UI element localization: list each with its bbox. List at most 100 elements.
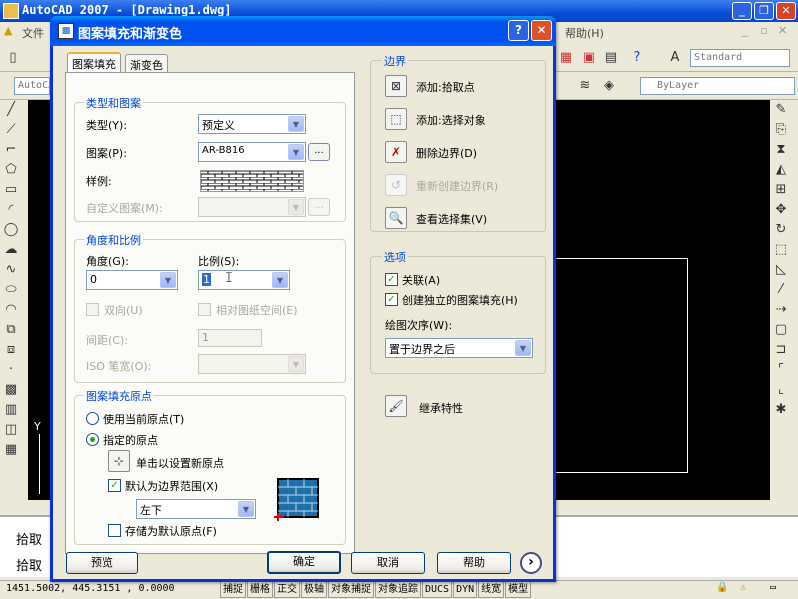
scale-icon[interactable]: ⬚ bbox=[770, 240, 792, 260]
menu-app-icon: ▲ bbox=[4, 24, 13, 37]
point-icon[interactable]: · bbox=[0, 360, 22, 380]
break-icon[interactable]: ▢ bbox=[770, 320, 792, 340]
copy-icon[interactable]: ⎘ bbox=[770, 120, 792, 140]
help-button[interactable]: 帮助 bbox=[437, 552, 511, 574]
status-toggle[interactable]: DUCS bbox=[422, 581, 453, 598]
view-selections-button[interactable]: 🔍 bbox=[385, 207, 407, 229]
draw-order-combo[interactable]: 置于边界之后 ▼ bbox=[385, 338, 533, 358]
text-style-combo[interactable]: Standard bbox=[690, 49, 790, 67]
trim-icon[interactable]: ⁄ bbox=[770, 280, 792, 300]
maximize-button[interactable]: ❐ bbox=[754, 2, 774, 20]
arc-icon[interactable]: ◜ bbox=[0, 200, 22, 220]
stretch-icon[interactable]: ◺ bbox=[770, 260, 792, 280]
make-block-icon[interactable]: ⧈ bbox=[0, 340, 22, 360]
use-current-origin-radio[interactable] bbox=[86, 412, 99, 425]
erase-icon[interactable]: ✎ bbox=[770, 100, 792, 120]
rotate-icon[interactable]: ↻ bbox=[770, 220, 792, 240]
dialog-close-button[interactable]: ✕ bbox=[531, 20, 552, 41]
explode-icon[interactable]: ✱ bbox=[770, 400, 792, 420]
lock-icon[interactable]: 🔒 bbox=[716, 582, 728, 593]
design-center-icon[interactable]: ▣ bbox=[578, 48, 600, 68]
status-toggle[interactable]: 模型 bbox=[505, 581, 532, 598]
mirror-icon[interactable]: ⧗ bbox=[770, 140, 792, 160]
array-icon[interactable]: ⊞ bbox=[770, 180, 792, 200]
add-pick-points-button[interactable]: ⊠ bbox=[385, 75, 407, 97]
polyline-icon[interactable]: ⌐ bbox=[0, 140, 22, 160]
status-toggle[interactable]: 对象追踪 bbox=[375, 581, 421, 598]
pattern-combo[interactable]: AR-B816 ▼ bbox=[198, 142, 306, 162]
layer-prev-icon[interactable]: ◈ bbox=[598, 76, 620, 96]
origin-position-combo[interactable]: 左下 ▼ bbox=[136, 499, 256, 519]
insert-block-icon[interactable]: ⧉ bbox=[0, 320, 22, 340]
spline-icon[interactable]: ∿ bbox=[0, 260, 22, 280]
new-icon[interactable]: ▯ bbox=[2, 48, 24, 68]
menu-close-icon[interactable]: ✕ bbox=[778, 24, 787, 37]
help-icon[interactable]: ? bbox=[626, 48, 648, 68]
preview-button[interactable]: 预览 bbox=[66, 552, 138, 574]
circle-icon[interactable]: ◯ bbox=[0, 220, 22, 240]
construction-line-icon[interactable]: ⟋ bbox=[0, 120, 22, 140]
menu-file[interactable]: 文件 bbox=[22, 25, 44, 41]
join-icon[interactable]: ⊐ bbox=[770, 340, 792, 360]
status-toggle[interactable]: 捕捉 bbox=[220, 581, 246, 598]
polygon-icon[interactable]: ⬠ bbox=[0, 160, 22, 180]
status-toggle[interactable]: 极轴 bbox=[301, 581, 327, 598]
status-toggle[interactable]: 线宽 bbox=[478, 581, 505, 598]
remove-boundaries-button[interactable]: ✗ bbox=[385, 141, 407, 163]
add-select-objects-button[interactable]: ⬚ bbox=[385, 108, 407, 130]
menu-minimize-icon[interactable]: _ bbox=[742, 24, 748, 37]
status-toggle[interactable]: 正交 bbox=[274, 581, 300, 598]
extend-icon[interactable]: ⇢ bbox=[770, 300, 792, 320]
set-origin-button[interactable]: ⊹ bbox=[108, 450, 130, 472]
status-bar: 1451.5002, 445.3151 , 0.0000 捕捉 栅格 正交 极轴 对象捕… bbox=[0, 580, 798, 599]
status-toggle[interactable]: 栅格 bbox=[247, 581, 273, 598]
offset-icon[interactable]: ◭ bbox=[770, 160, 792, 180]
cancel-button[interactable]: 取消 bbox=[351, 552, 425, 574]
layer-icon[interactable]: ≋ bbox=[574, 76, 596, 96]
tray-icon[interactable]: ⚠ bbox=[740, 582, 746, 593]
tab-gradient[interactable]: 渐变色 bbox=[125, 54, 168, 72]
ellipse-arc-icon[interactable]: ◠ bbox=[0, 300, 22, 320]
ok-button[interactable]: 确定 bbox=[267, 551, 341, 574]
scale-combo[interactable]: 1 ▼ bbox=[198, 270, 290, 290]
menu-restore-icon[interactable]: ▫ bbox=[760, 24, 767, 37]
inherit-properties-button[interactable]: 🖌 bbox=[385, 395, 407, 417]
more-options-button[interactable]: › bbox=[520, 552, 542, 574]
menu-help[interactable]: 帮助 bbox=[565, 27, 587, 40]
chevron-down-icon: ▼ bbox=[160, 272, 176, 288]
specified-origin-radio[interactable] bbox=[86, 433, 99, 446]
clean-screen-icon[interactable]: ▭ bbox=[770, 582, 776, 593]
line-icon[interactable]: ╱ bbox=[0, 100, 22, 120]
pattern-browse-button[interactable]: ... bbox=[308, 143, 330, 161]
type-combo[interactable]: 预定义 ▼ bbox=[198, 114, 306, 134]
ellipse-icon[interactable]: ⬭ bbox=[0, 280, 22, 300]
app-close-button[interactable]: ✕ bbox=[776, 2, 796, 20]
iso-pen-label: ISO 笔宽(O): bbox=[86, 360, 152, 373]
properties-icon[interactable]: ▦ bbox=[555, 48, 577, 68]
hatch-icon[interactable]: ▩ bbox=[0, 380, 22, 400]
associative-checkbox[interactable]: ✓ bbox=[385, 273, 398, 286]
rectangle-icon[interactable]: ▭ bbox=[0, 180, 22, 200]
revcloud-icon[interactable]: ☁ bbox=[0, 240, 22, 260]
move-icon[interactable]: ✥ bbox=[770, 200, 792, 220]
store-default-checkbox[interactable] bbox=[108, 524, 121, 537]
region-icon[interactable]: ◫ bbox=[0, 420, 22, 440]
dialog-help-button[interactable]: ? bbox=[508, 20, 529, 41]
independent-hatch-checkbox[interactable]: ✓ bbox=[385, 293, 398, 306]
chamfer-icon[interactable]: ⌜ bbox=[770, 360, 792, 380]
table-icon[interactable]: ▦ bbox=[0, 440, 22, 460]
fillet-icon[interactable]: ⌞ bbox=[770, 380, 792, 400]
status-toggle[interactable]: DYN bbox=[453, 581, 478, 598]
default-boundary-checkbox[interactable]: ✓ bbox=[108, 479, 121, 492]
workspace-combo[interactable]: AutoCA bbox=[14, 77, 50, 95]
tab-hatch[interactable]: 图案填充 bbox=[67, 52, 121, 72]
color-combo[interactable]: ByLayer bbox=[640, 77, 795, 95]
associative-label: 关联(A) bbox=[402, 274, 441, 287]
angle-combo[interactable]: 0 ▼ bbox=[86, 270, 178, 290]
minimize-button[interactable]: _ bbox=[732, 2, 752, 20]
pattern-swatch[interactable] bbox=[200, 170, 304, 192]
calculator-icon[interactable]: ▤ bbox=[600, 48, 622, 68]
gradient-icon[interactable]: ▥ bbox=[0, 400, 22, 420]
status-toggle[interactable]: 对象捕捉 bbox=[328, 581, 374, 598]
text-style-icon[interactable]: A bbox=[664, 48, 686, 68]
